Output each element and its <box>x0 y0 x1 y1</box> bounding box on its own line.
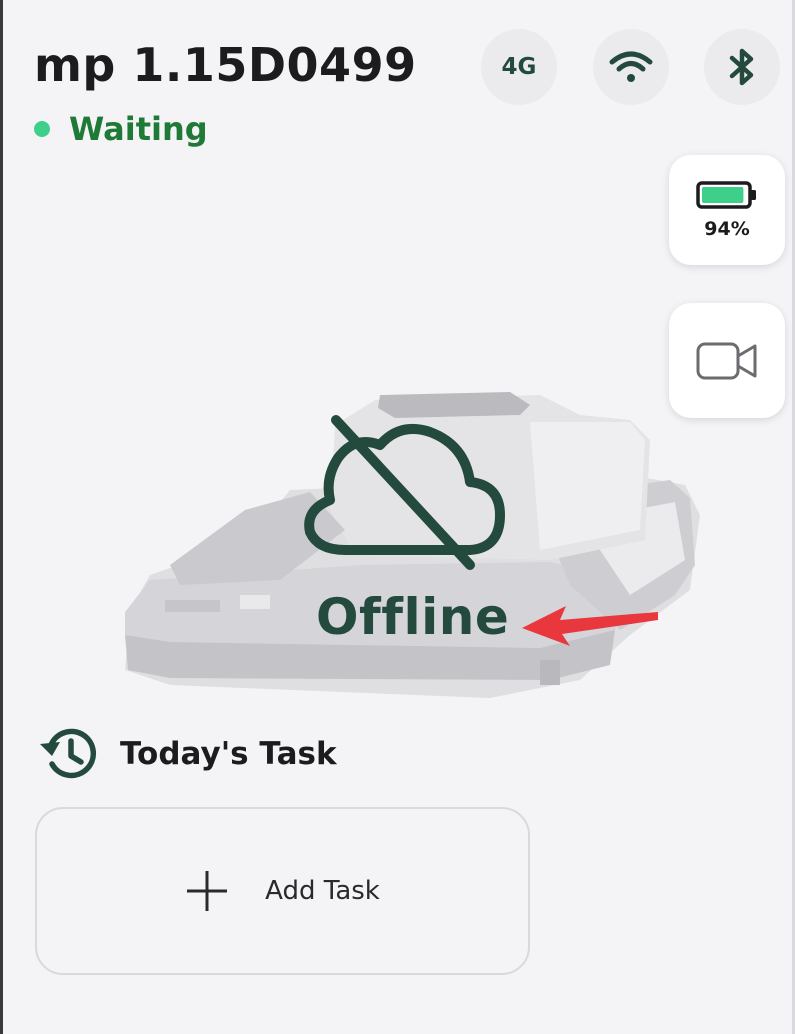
battery-icon <box>696 181 756 209</box>
cellular-4g-icon: 4G <box>501 54 537 80</box>
video-camera-icon <box>696 342 757 379</box>
todays-task-title: Today's Task <box>120 736 337 772</box>
add-task-label: Add Task <box>265 876 380 906</box>
battery-percent: 94% <box>704 218 750 240</box>
cellular-4g-button[interactable]: 4G <box>481 29 557 105</box>
status-dot <box>34 121 50 137</box>
device-name: mp 1.15D0499 <box>34 38 417 92</box>
wifi-button[interactable] <box>593 29 669 105</box>
todays-task-header: Today's Task <box>38 726 337 782</box>
annotation-arrow <box>522 606 658 646</box>
battery-fill <box>702 187 744 203</box>
device-status: Waiting <box>34 110 208 148</box>
status-text: Waiting <box>69 110 208 148</box>
add-task-button[interactable]: Add Task <box>35 807 530 975</box>
plus-icon <box>187 871 228 911</box>
history-icon <box>40 728 97 779</box>
bluetooth-button[interactable] <box>704 29 780 105</box>
wifi-icon <box>609 51 653 82</box>
bluetooth-icon <box>729 48 754 86</box>
cloud-off-icon <box>304 415 505 570</box>
left-edge <box>0 0 3 1034</box>
battery-card[interactable]: 94% <box>669 155 785 265</box>
offline-label: Offline <box>316 588 510 646</box>
